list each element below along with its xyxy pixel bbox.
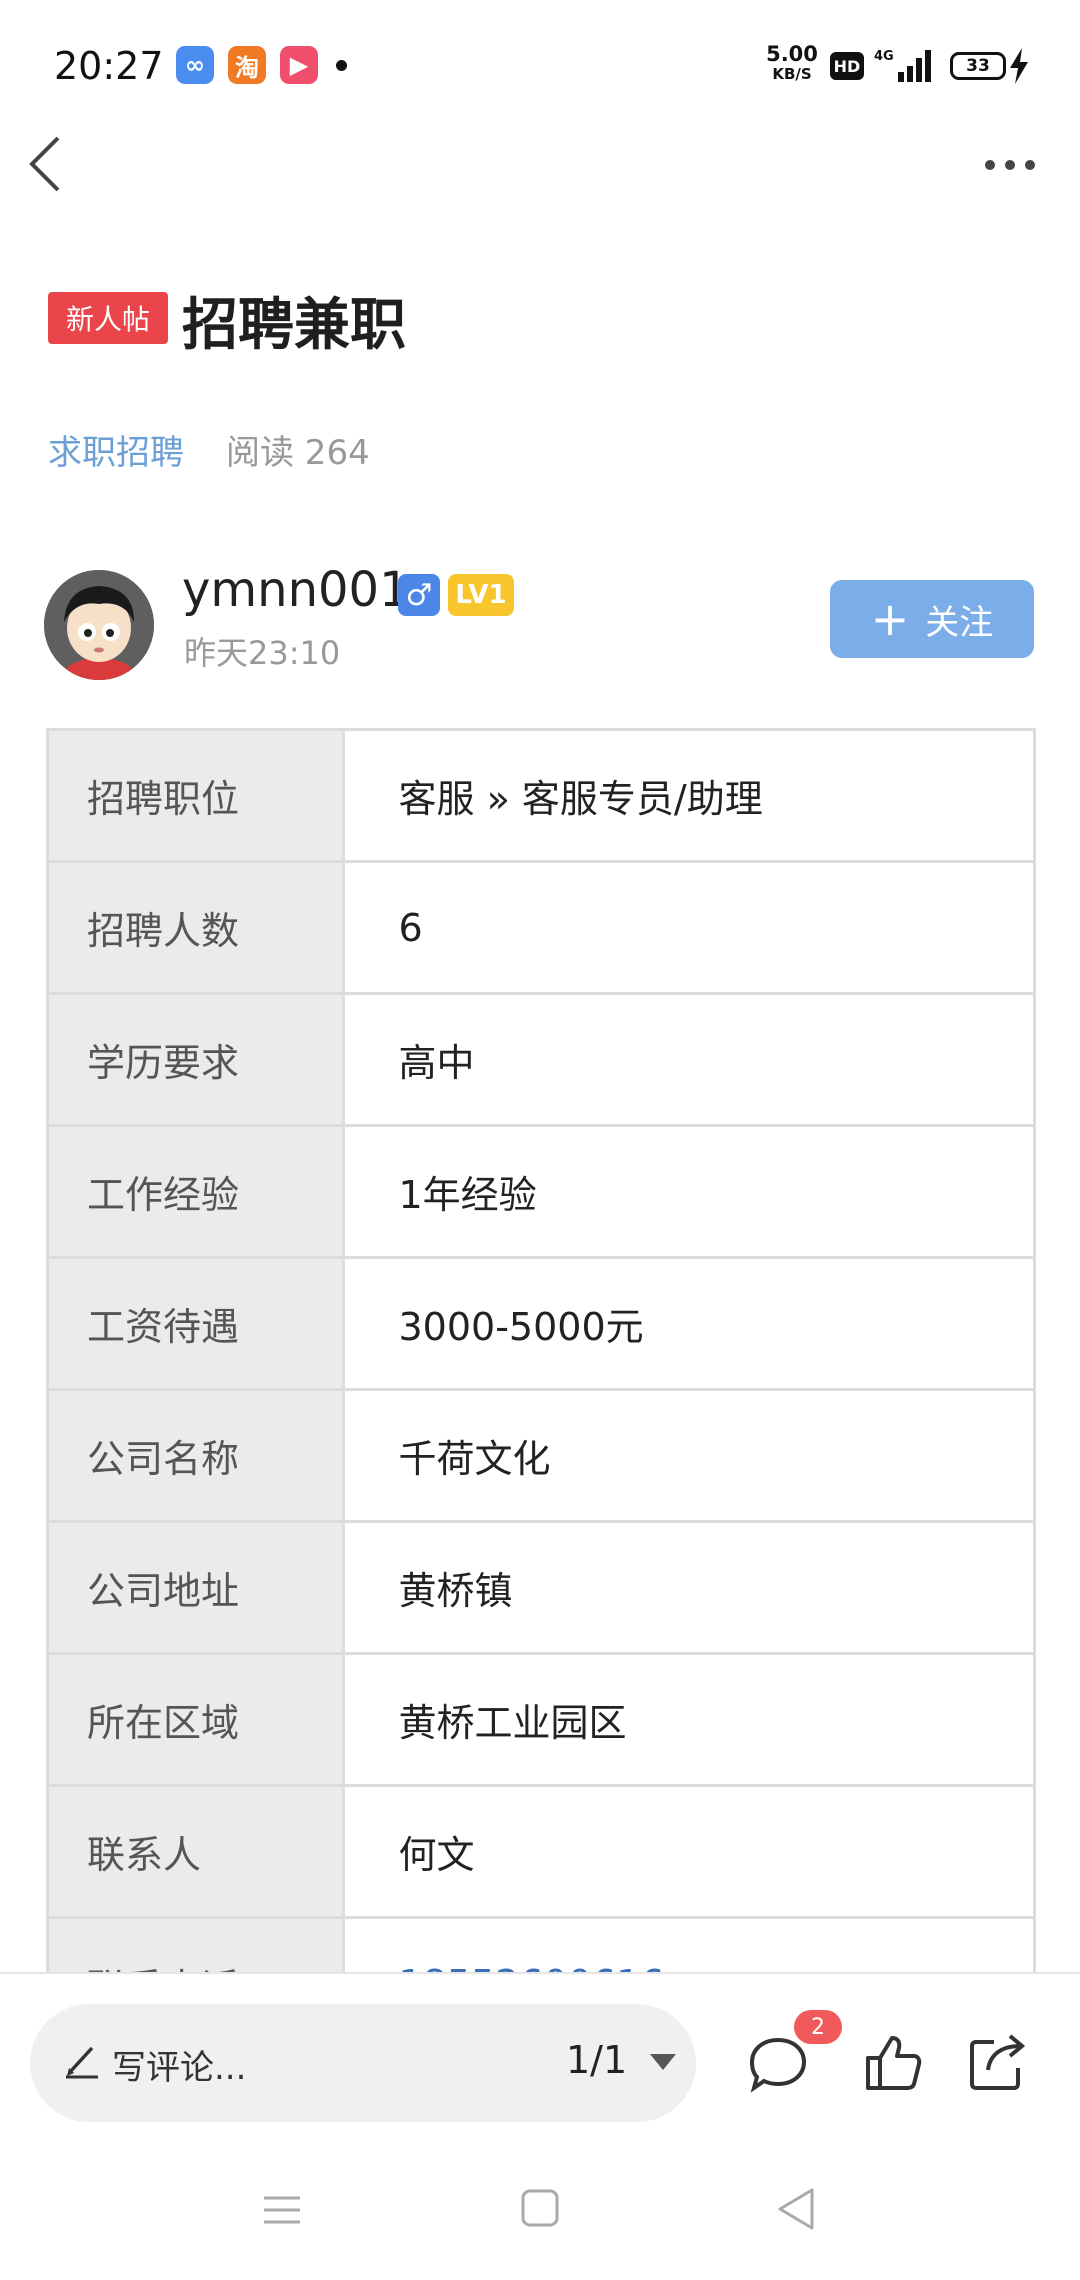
comment-input[interactable]: 写评论... 1/1 — [30, 2004, 696, 2122]
system-back-icon[interactable] — [776, 2186, 816, 2232]
level-badge: LV1 — [448, 574, 514, 616]
recent-apps-icon[interactable] — [262, 2190, 302, 2230]
charging-bolt-icon — [1010, 48, 1028, 84]
status-time: 20:27 — [54, 44, 164, 88]
table-key: 联系电话 — [49, 1916, 345, 1972]
table-row: 学历要求 高中 — [49, 992, 1033, 1126]
table-row: 工作经验 1年经验 — [49, 1124, 1033, 1258]
table-key: 招聘人数 — [49, 860, 345, 994]
phone-link[interactable]: 18552600616 — [343, 1916, 1033, 1972]
thumbs-up-icon[interactable] — [862, 2030, 924, 2094]
svg-text:4G: 4G — [874, 49, 894, 64]
avatar-cartoon-icon — [44, 570, 154, 680]
more-options-icon[interactable] — [980, 150, 1040, 180]
status-bar: 20:27 ∞ 淘 ▶ 5.00 KB/S HD 4G 33 — [0, 0, 1080, 130]
job-details-table: 招聘职位 客服 » 客服专员/助理 招聘人数 6 学历要求 高中 工作经验 1年… — [46, 728, 1036, 1972]
hd-icon: HD — [830, 52, 864, 80]
table-key: 公司地址 — [49, 1520, 345, 1654]
table-key: 联系人 — [49, 1784, 345, 1918]
table-value: 1年经验 — [343, 1124, 1033, 1258]
table-key: 工资待遇 — [49, 1256, 345, 1390]
male-gender-icon: ♂ — [398, 574, 440, 616]
table-row: 联系人 何文 — [49, 1784, 1033, 1918]
table-value: 黄桥工业园区 — [343, 1652, 1033, 1786]
page-indicator[interactable]: 1/1 — [566, 2038, 627, 2082]
table-row: 工资待遇 3000-5000元 — [49, 1256, 1033, 1390]
follow-button-label: 关注 — [925, 602, 994, 643]
more-notifications-dot-icon — [336, 60, 347, 71]
read-count: 阅读 264 — [226, 433, 370, 473]
table-value: 黄桥镇 — [343, 1520, 1033, 1654]
pencil-icon — [66, 2046, 98, 2079]
home-icon[interactable] — [520, 2188, 560, 2228]
taobao-notification-icon: 淘 — [228, 46, 266, 84]
author-username[interactable]: ymnn001 — [182, 562, 410, 618]
table-row: 联系电话 18552600616 — [49, 1916, 1033, 1972]
table-key: 所在区域 — [49, 1652, 345, 1786]
table-row: 公司名称 千荷文化 — [49, 1388, 1033, 1522]
new-user-post-badge: 新人帖 — [48, 292, 168, 344]
table-row: 招聘人数 6 — [49, 860, 1033, 994]
table-row: 招聘职位 客服 » 客服专员/助理 — [49, 728, 1033, 862]
table-value: 客服 » 客服专员/助理 — [343, 728, 1033, 862]
table-key: 公司名称 — [49, 1388, 345, 1522]
avatar[interactable] — [44, 570, 154, 680]
network-speed-value: 5.00 — [766, 42, 818, 66]
table-value: 3000-5000元 — [343, 1256, 1033, 1390]
table-key: 学历要求 — [49, 992, 345, 1126]
post-timestamp: 昨天23:10 — [184, 634, 341, 672]
table-value: 高中 — [343, 992, 1033, 1126]
table-key: 工作经验 — [49, 1124, 345, 1258]
network-speed: 5.00 KB/S — [764, 44, 820, 82]
table-value: 何文 — [343, 1784, 1033, 1918]
follow-button[interactable]: + 关注 — [830, 580, 1034, 658]
comment-placeholder: 写评论... — [112, 2048, 247, 2088]
signal-4g-icon: 4G — [874, 49, 931, 82]
battery-icon: 33 — [950, 52, 1006, 80]
comment-icon[interactable] — [746, 2034, 810, 2094]
share-icon[interactable] — [966, 2030, 1028, 2094]
network-speed-unit: KB/S — [772, 65, 812, 83]
table-row: 公司地址 黄桥镇 — [49, 1520, 1033, 1654]
category-link[interactable]: 求职招聘 — [48, 425, 184, 474]
table-row: 所在区域 黄桥工业园区 — [49, 1652, 1033, 1786]
post-title: 招聘兼职 — [182, 293, 406, 358]
table-key: 招聘职位 — [49, 728, 345, 862]
plus-icon: + — [870, 592, 910, 646]
comment-count-badge: 2 — [794, 2010, 842, 2044]
bottom-action-bar: 写评论... 1/1 2 — [0, 1972, 1080, 2142]
table-value: 6 — [343, 860, 1033, 994]
caret-down-icon[interactable] — [650, 2054, 676, 2072]
system-navigation-bar — [0, 2142, 1080, 2280]
table-value: 千荷文化 — [343, 1388, 1033, 1522]
back-chevron-icon[interactable] — [26, 134, 66, 194]
app-notification-icon: ∞ — [176, 46, 214, 84]
video-notification-icon: ▶ — [280, 46, 318, 84]
